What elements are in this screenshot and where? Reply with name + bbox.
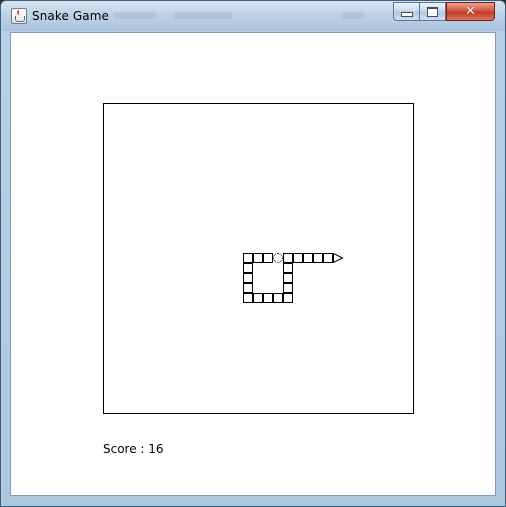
snake-segment xyxy=(243,293,253,303)
snake-segment xyxy=(313,253,323,263)
snake-segment xyxy=(303,253,313,263)
close-button[interactable]: ✕ xyxy=(446,2,495,21)
background-blur xyxy=(173,12,233,19)
snake-segment xyxy=(283,253,293,263)
score-label: Score : 16 xyxy=(103,442,164,456)
snake-segment xyxy=(253,293,263,303)
snake-segment xyxy=(283,263,293,273)
snake-segment xyxy=(273,293,283,303)
snake-segment xyxy=(243,283,253,293)
close-icon: ✕ xyxy=(465,4,476,19)
snake-segment xyxy=(253,253,263,263)
snake-segment xyxy=(243,273,253,283)
maximize-button[interactable] xyxy=(420,2,446,21)
minimize-button[interactable] xyxy=(393,2,420,21)
snake-segment xyxy=(283,273,293,283)
background-blur xyxy=(113,12,157,19)
snake-segment xyxy=(323,253,333,263)
minimize-icon xyxy=(400,12,413,17)
snake-segment xyxy=(293,253,303,263)
snake-segment xyxy=(243,253,253,263)
snake-segment xyxy=(263,253,273,263)
snake-segment xyxy=(243,263,253,273)
java-app-icon[interactable] xyxy=(11,8,27,24)
title-bar[interactable]: Snake Game ✕ xyxy=(1,1,505,31)
background-blur xyxy=(341,12,365,19)
game-panel: Score : 16 xyxy=(10,32,496,496)
snake-segment xyxy=(283,293,293,303)
snake-segment xyxy=(283,283,293,293)
window-title: Snake Game xyxy=(32,9,110,23)
food-apple xyxy=(273,253,283,263)
snake-segment xyxy=(263,293,273,303)
maximize-icon xyxy=(427,6,438,17)
app-window: Snake Game ✕ Score : 16 xyxy=(0,0,506,507)
snake-head xyxy=(333,253,344,264)
game-board[interactable] xyxy=(103,103,414,414)
